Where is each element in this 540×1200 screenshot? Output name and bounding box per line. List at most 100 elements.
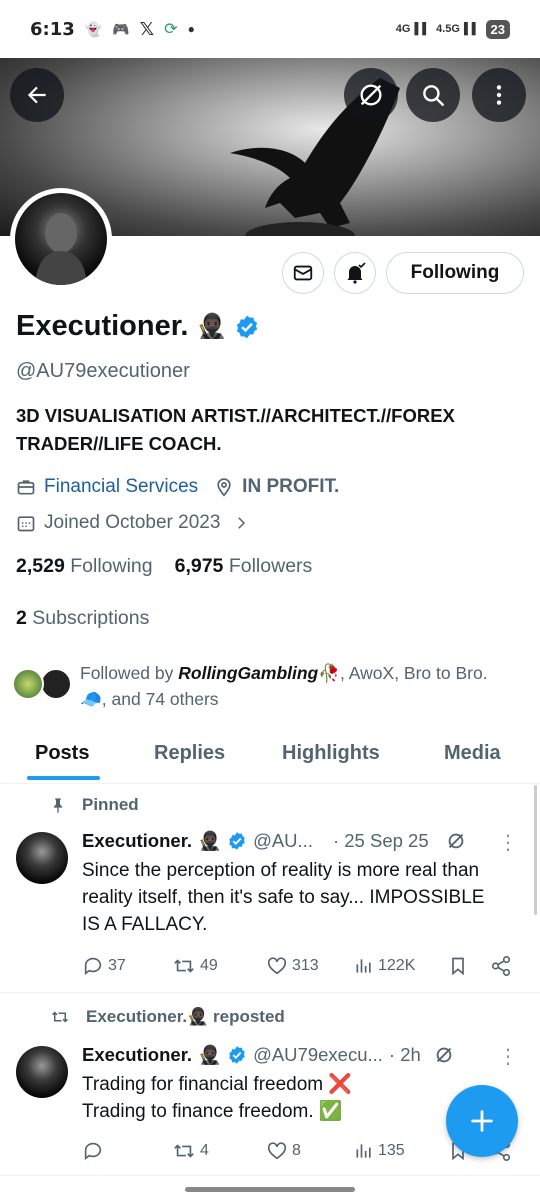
views-button[interactable]: 122K xyxy=(354,956,415,976)
post-avatar[interactable] xyxy=(16,832,68,884)
post-author-handle: @AU... xyxy=(253,830,313,851)
back-button[interactable] xyxy=(10,68,64,122)
more-button[interactable] xyxy=(472,68,526,122)
profile-joined-row[interactable]: Joined October 2023 xyxy=(16,512,250,534)
network-4g-icon: 4G▐▐ xyxy=(395,23,427,35)
repost-button[interactable]: 4 xyxy=(172,1140,209,1162)
like-button[interactable]: 8 xyxy=(266,1140,301,1162)
network-45g-icon: 4.5G▐▐ xyxy=(436,23,476,35)
bookmark-icon xyxy=(452,957,464,976)
post-text: Trading for financial freedom ❌ Trading … xyxy=(82,1074,353,1122)
compose-post-button[interactable] xyxy=(446,1085,518,1157)
rose-emoji-icon: 🥀 xyxy=(318,663,341,683)
plus-icon xyxy=(471,1110,493,1132)
home-indicator[interactable] xyxy=(185,1187,355,1192)
views-button[interactable]: 135 xyxy=(354,1141,405,1161)
heart-icon xyxy=(267,1142,287,1160)
snapchat-icon: 👻 xyxy=(84,20,103,37)
heart-icon xyxy=(267,957,287,975)
grok-icon[interactable] xyxy=(445,830,467,852)
profile-location: IN PROFIT. xyxy=(242,476,340,497)
search-icon xyxy=(423,85,444,106)
post-text: Since the perception of reality is more … xyxy=(82,860,485,935)
status-bar: 6:13 👻 🎮 𝕏 ⟳ ● 4G▐▐ 4.5G▐▐ 23 xyxy=(0,0,540,58)
tab-highlights[interactable]: Highlights xyxy=(282,742,380,765)
battery-icon: 23 xyxy=(485,19,510,39)
arrow-left-icon xyxy=(27,86,46,104)
post-more-icon[interactable]: ⋮ xyxy=(498,1044,518,1069)
cap-emoji-icon: 🧢 xyxy=(80,689,102,709)
dot-icon: ● xyxy=(187,22,195,36)
briefcase-icon xyxy=(17,480,35,495)
tab-replies[interactable]: Replies xyxy=(154,742,225,765)
x-icon: 𝕏 xyxy=(139,18,155,39)
pin-icon xyxy=(54,798,62,813)
followers-count-link[interactable]: 6,975 Followers xyxy=(175,555,313,578)
post-avatar[interactable] xyxy=(16,1046,68,1098)
sync-icon: ⟳ xyxy=(164,21,178,38)
bell-check-icon xyxy=(347,262,366,284)
ninja-emoji-icon: 🥷🏿 xyxy=(196,313,227,340)
reply-icon xyxy=(84,1142,102,1160)
post-author-handle: @AU79execu... xyxy=(253,1044,383,1065)
reply-button[interactable] xyxy=(82,1140,108,1162)
repost-icon xyxy=(51,1011,69,1023)
search-button[interactable] xyxy=(406,68,460,122)
profile-name: Executioner. xyxy=(16,310,189,342)
bookmark-button[interactable] xyxy=(448,955,468,977)
subscriptions-link[interactable]: 2 Subscriptions xyxy=(16,607,149,630)
discord-icon: 🎮 xyxy=(112,20,130,37)
profile-handle: @AU79executioner xyxy=(16,360,190,382)
profile-joined: Joined October 2023 xyxy=(44,512,221,533)
follower-avatar-1 xyxy=(12,668,44,700)
active-tab-indicator xyxy=(27,776,100,780)
avatar-image xyxy=(15,193,107,285)
share-icon xyxy=(491,956,511,976)
views-icon xyxy=(356,1144,371,1158)
post-header: Executioner. 🥷🏿 @AU79execu... · 2h xyxy=(82,1044,455,1066)
repost-button[interactable]: 49 xyxy=(172,955,218,977)
pinned-label-row: Pinned xyxy=(50,795,139,815)
follow-counts: 2,529 Following 6,975 Followers xyxy=(16,555,312,578)
repost-icon xyxy=(174,1144,194,1158)
message-button[interactable] xyxy=(282,252,324,294)
post-date: · 2h xyxy=(388,1044,421,1065)
scrollbar[interactable] xyxy=(534,785,537,915)
followed-by-text[interactable]: Followed by RollingGambling🥀, AwoX, Bro … xyxy=(80,660,530,712)
repost-label-row: Executioner.🥷🏿 reposted xyxy=(50,1007,285,1027)
grok-icon[interactable] xyxy=(433,1044,455,1066)
following-button[interactable]: Following xyxy=(386,252,524,294)
post-author-name[interactable]: Executioner. xyxy=(82,830,192,852)
post-date: · 25 Sep 25 xyxy=(332,830,429,851)
notifications-button[interactable] xyxy=(334,252,376,294)
ninja-emoji-icon: 🥷🏿 xyxy=(198,1044,222,1065)
reply-button[interactable]: 37 xyxy=(82,955,126,977)
like-button[interactable]: 313 xyxy=(266,955,319,977)
profile-name-row: Executioner. 🥷🏿 xyxy=(16,310,260,343)
ninja-emoji-icon: 🥷🏿 xyxy=(198,830,222,851)
verified-badge-icon xyxy=(237,315,258,338)
post-more-icon[interactable]: ⋮ xyxy=(498,830,518,855)
profile-avatar[interactable] xyxy=(10,188,112,290)
repost-icon xyxy=(174,959,194,973)
post-author-name[interactable]: Executioner. xyxy=(82,1044,192,1066)
post-header: Executioner. 🥷🏿 @AU... · 25 Sep 25 xyxy=(82,830,467,852)
profile-bio: 3D VISUALISATION ARTIST.//ARCHITECT.//FO… xyxy=(16,405,455,454)
more-vertical-icon xyxy=(496,85,502,105)
calendar-icon xyxy=(17,516,35,532)
post-actions: 37 49 313 122K xyxy=(82,954,522,978)
following-count-link[interactable]: 2,529 Following xyxy=(16,555,153,578)
post-divider xyxy=(0,992,540,993)
post-divider xyxy=(0,1175,540,1176)
grok-button[interactable] xyxy=(344,68,398,122)
share-button[interactable] xyxy=(490,955,512,977)
verified-badge-icon xyxy=(229,832,245,850)
tab-posts[interactable]: Posts xyxy=(35,742,89,765)
grok-icon xyxy=(360,84,382,106)
verified-badge-icon xyxy=(229,1046,245,1064)
follower-avatar-2 xyxy=(40,668,72,700)
profile-meta-row: Financial Services IN PROFIT. xyxy=(16,476,339,498)
chevron-right-icon xyxy=(238,517,246,529)
tab-media[interactable]: Media xyxy=(444,742,501,765)
profile-category[interactable]: Financial Services xyxy=(44,476,198,498)
